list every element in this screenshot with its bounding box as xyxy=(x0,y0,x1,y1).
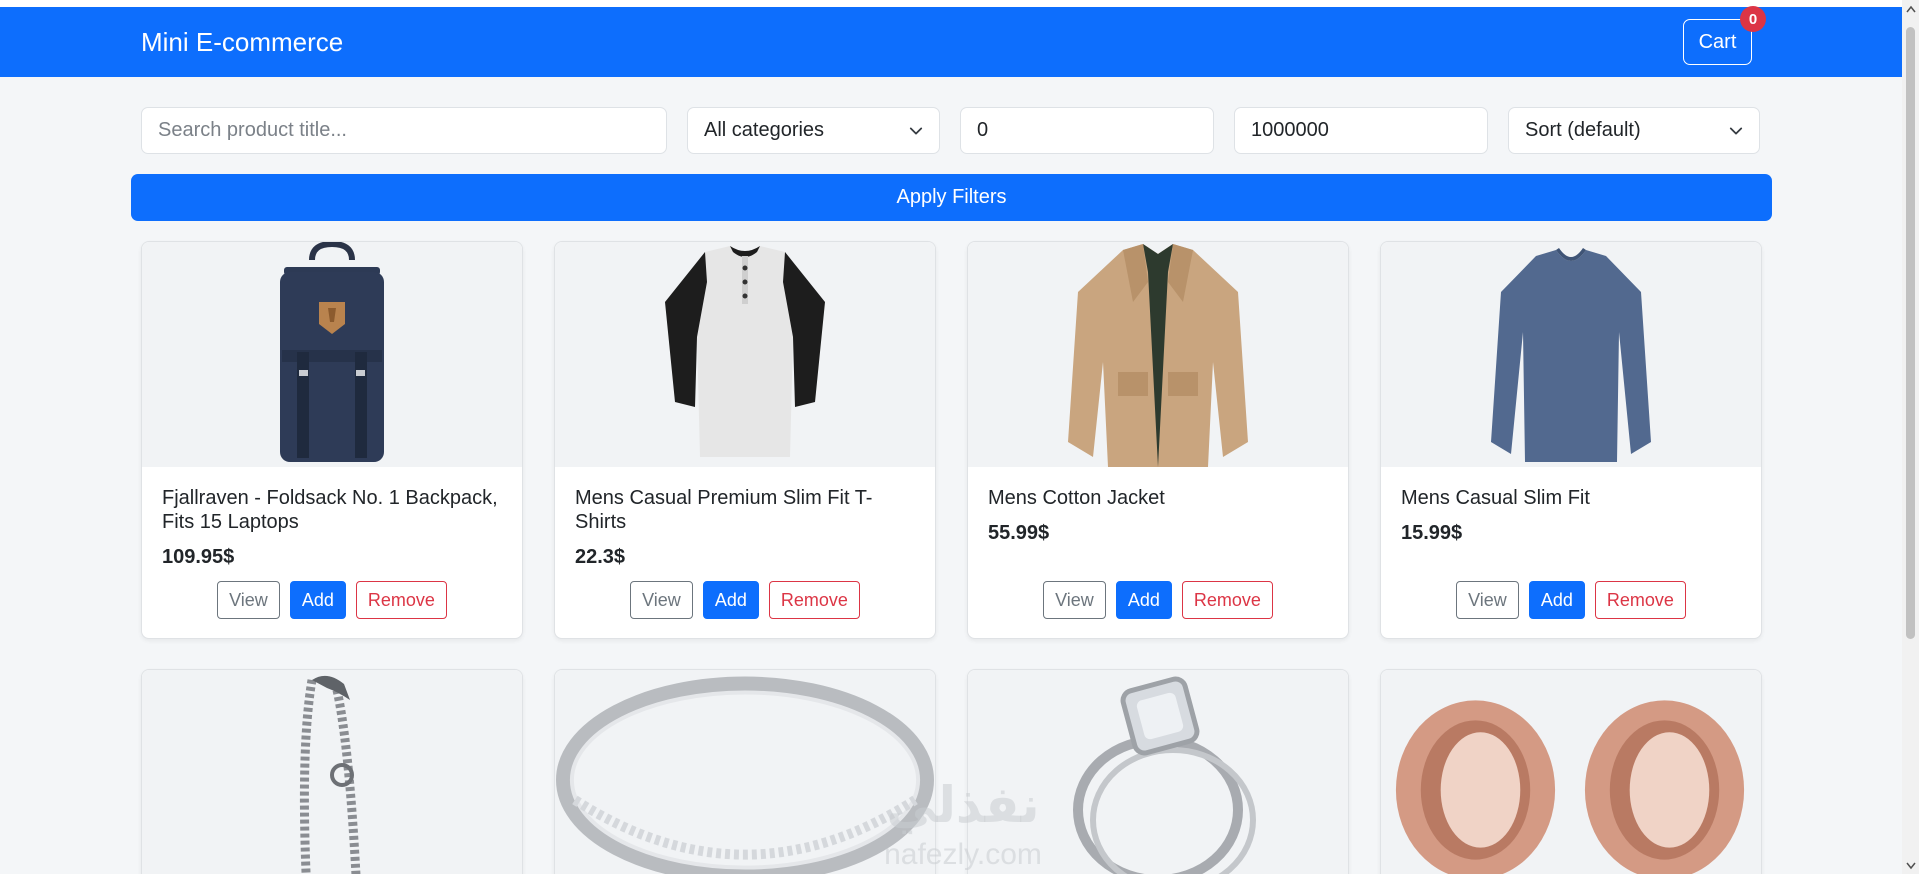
sort-select[interactable]: Sort (default) xyxy=(1508,107,1760,154)
product-card: Mens Cotton Jacket 55.99$ View Add Remov… xyxy=(967,241,1349,639)
product-image-box[interactable] xyxy=(555,670,935,874)
chevron-down-icon xyxy=(1729,127,1743,134)
product-card: Fjallraven - Foldsack No. 1 Backpack, Fi… xyxy=(141,241,523,639)
apply-filters-button[interactable]: Apply Filters xyxy=(131,174,1772,221)
product-price: 109.95$ xyxy=(162,546,235,568)
product-image-box[interactable] xyxy=(968,242,1348,467)
cart-button-label: Cart xyxy=(1698,30,1737,53)
bracelet-image xyxy=(299,675,361,874)
silver-ring-image xyxy=(556,676,934,874)
product-price: 15.99$ xyxy=(1401,522,1463,544)
search-input[interactable]: Search product title... xyxy=(141,107,667,154)
min-price-value: 0 xyxy=(977,119,989,141)
view-button[interactable]: View xyxy=(1043,581,1106,619)
product-image-box[interactable] xyxy=(142,242,522,467)
cart-button[interactable]: Cart 0 xyxy=(1683,6,1766,65)
backpack-image xyxy=(280,242,384,462)
category-select[interactable]: All categories xyxy=(687,107,940,154)
add-to-cart-button[interactable]: Add xyxy=(289,581,346,619)
vertical-scrollbar[interactable] xyxy=(1902,0,1919,874)
product-price: 22.3$ xyxy=(575,546,626,568)
product-card xyxy=(967,669,1349,874)
product-title[interactable]: Mens Casual Premium Slim Fit T-Shirts xyxy=(575,486,915,534)
scrollbar-thumb[interactable] xyxy=(1906,27,1915,639)
remove-from-cart-button[interactable]: Remove xyxy=(768,581,860,619)
top-strip xyxy=(0,0,1902,7)
cart-count-badge: 0 xyxy=(1740,6,1766,32)
product-card: Mens Casual Slim Fit 15.99$ View Add Rem… xyxy=(1380,241,1762,639)
product-image-box[interactable] xyxy=(1381,670,1761,874)
product-card xyxy=(1380,669,1762,874)
add-to-cart-button[interactable]: Add xyxy=(702,581,759,619)
max-price-value: 1000000 xyxy=(1251,119,1329,141)
product-image-box[interactable] xyxy=(142,670,522,874)
product-title[interactable]: Mens Casual Slim Fit xyxy=(1401,486,1741,510)
product-title[interactable]: Fjallraven - Foldsack No. 1 Backpack, Fi… xyxy=(162,486,502,534)
product-image-box[interactable] xyxy=(968,670,1348,874)
navbar: Mini E-commerce Cart 0 xyxy=(0,6,1902,77)
view-button[interactable]: View xyxy=(630,581,693,619)
long-sleeve-shirt-image xyxy=(1491,248,1651,462)
product-title[interactable]: Mens Cotton Jacket xyxy=(988,486,1328,510)
scroll-down-arrow-icon[interactable] xyxy=(1902,857,1919,874)
add-to-cart-button[interactable]: Add xyxy=(1115,581,1172,619)
tshirt-image xyxy=(665,246,825,457)
sort-selected-value: Sort (default) xyxy=(1525,119,1641,141)
product-card xyxy=(554,669,936,874)
product-price: 55.99$ xyxy=(988,522,1050,544)
view-button[interactable]: View xyxy=(217,581,280,619)
remove-from-cart-button[interactable]: Remove xyxy=(1594,581,1686,619)
jacket-image xyxy=(1068,244,1248,467)
brand-title[interactable]: Mini E-commerce xyxy=(141,7,343,77)
scroll-up-arrow-icon[interactable] xyxy=(1902,0,1919,17)
product-card xyxy=(141,669,523,874)
product-card: Mens Casual Premium Slim Fit T-Shirts 22… xyxy=(554,241,936,639)
add-to-cart-button[interactable]: Add xyxy=(1528,581,1585,619)
remove-from-cart-button[interactable]: Remove xyxy=(1181,581,1273,619)
min-price-input[interactable]: 0 xyxy=(960,107,1214,154)
category-selected-value: All categories xyxy=(704,119,825,141)
chevron-down-icon xyxy=(909,127,923,134)
search-placeholder: Search product title... xyxy=(158,119,347,141)
product-image-box[interactable] xyxy=(1381,242,1761,467)
rose-gold-tunnel-plugs-image xyxy=(1395,700,1745,874)
max-price-input[interactable]: 1000000 xyxy=(1234,107,1488,154)
product-image-box[interactable] xyxy=(555,242,935,467)
view-button[interactable]: View xyxy=(1456,581,1519,619)
engagement-ring-image xyxy=(1073,676,1256,874)
remove-from-cart-button[interactable]: Remove xyxy=(355,581,447,619)
